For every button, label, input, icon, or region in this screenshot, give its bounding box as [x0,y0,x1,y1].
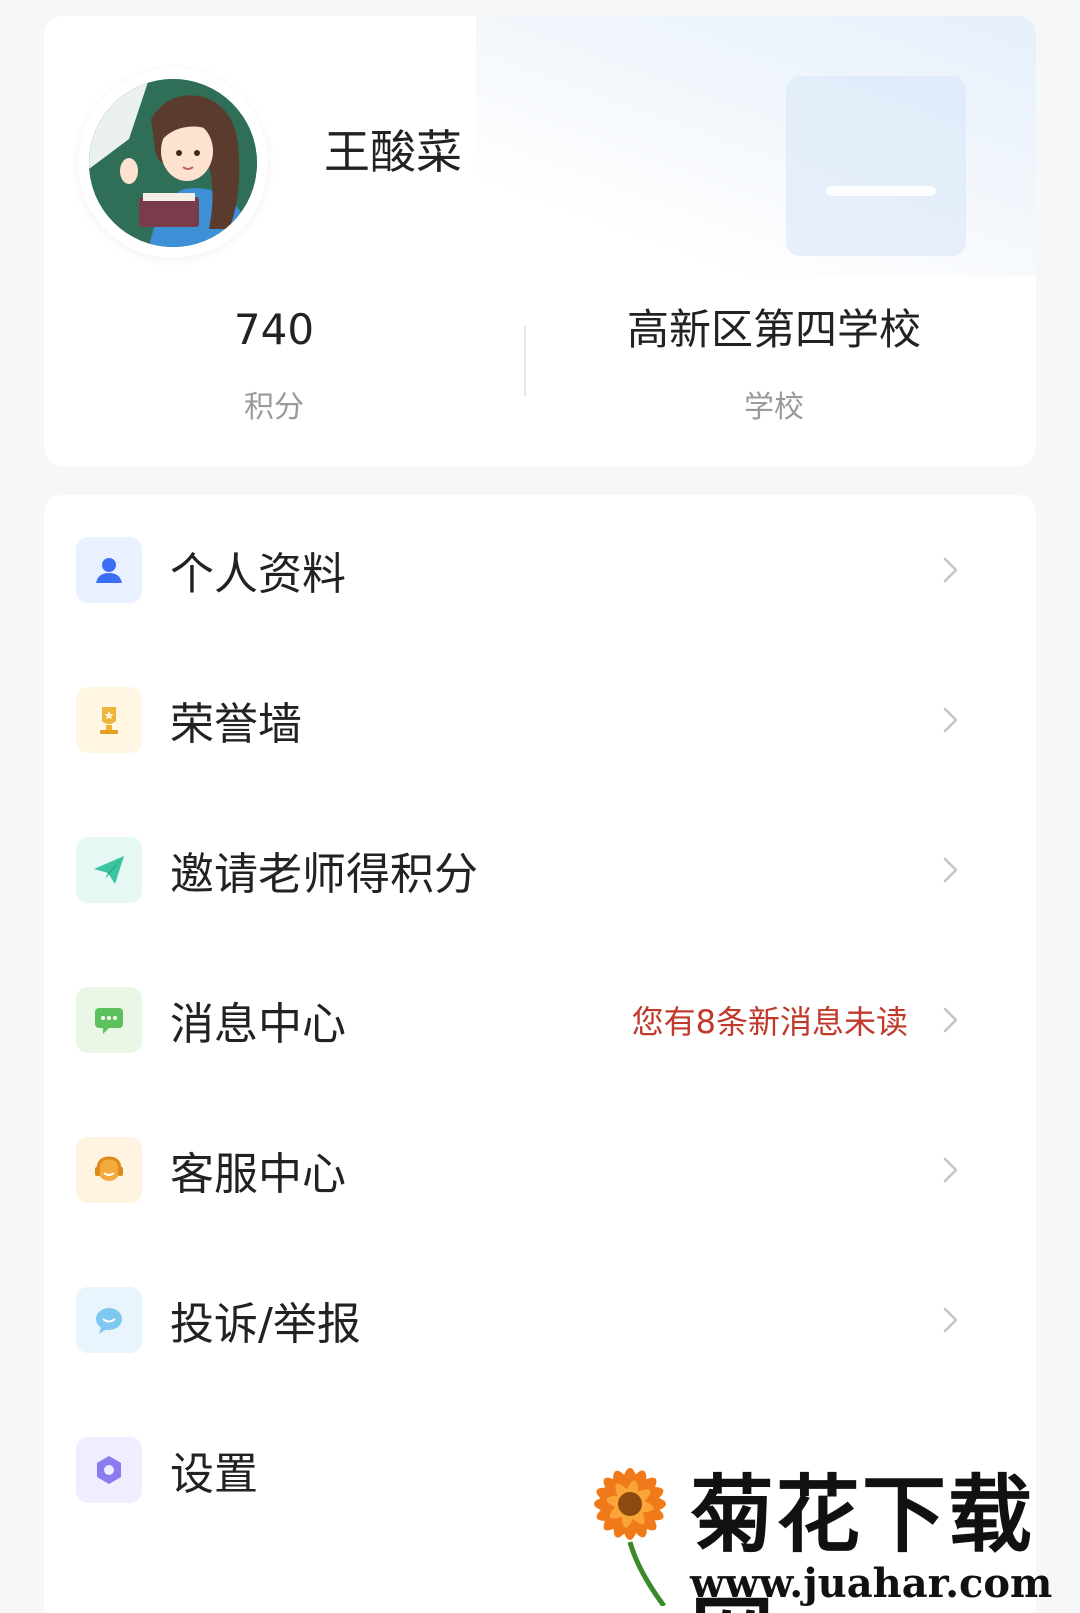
avatar-illustration [89,79,257,247]
avatar[interactable] [78,68,268,258]
chevron-right-icon [943,707,958,733]
header-background-decoration [476,16,1036,276]
menu-item-label: 设置 [170,1449,258,1500]
user-name: 王酸菜 [324,125,462,179]
chevron-right-icon [943,1007,958,1033]
menu-item-customer-service[interactable]: 客服中心 [44,1095,1036,1245]
user-icon [76,537,142,603]
decoration-line [826,186,936,196]
menu-item-label: 投诉/举报 [170,1299,361,1350]
chevron-right-icon [943,557,958,583]
menu-item-complaint-report[interactable]: 投诉/举报 [44,1245,1036,1395]
menu-item-label: 荣誉墙 [170,699,302,750]
menu-item-profile[interactable]: 个人资料 [44,495,1036,645]
unread-messages-badge: 您有8条新消息未读 [631,1003,908,1041]
chevron-right-icon [943,1307,958,1333]
menu-item-honor-wall[interactable]: 荣誉墙 [44,645,1036,795]
chat-bubble-icon [76,1287,142,1353]
points-label: 积分 [244,390,304,425]
watermark: 菊花下载网 www.juahar.com [578,1440,1078,1613]
chevron-right-icon [943,1157,958,1183]
decoration-shape [786,76,966,256]
paper-plane-icon [76,837,142,903]
points-stat[interactable]: 740 积分 [144,304,404,426]
headset-icon [76,1137,142,1203]
menu-item-label: 消息中心 [170,999,346,1050]
school-value: 高新区第四学校 [626,305,921,354]
stat-divider [524,326,526,396]
message-icon [76,987,142,1053]
school-label: 学校 [744,390,804,425]
menu-item-label: 邀请老师得积分 [170,849,478,900]
chevron-right-icon [943,857,958,883]
menu-item-invite-teacher[interactable]: 邀请老师得积分 [44,795,1036,945]
teacher-illustration-icon [89,79,257,247]
trophy-icon [76,687,142,753]
watermark-url: www.juahar.com [690,1560,1053,1607]
flower-logo-icon [594,1468,667,1606]
school-stat[interactable]: 高新区第四学校 学校 [574,304,974,426]
menu-item-label: 客服中心 [170,1149,346,1200]
menu-item-message-center[interactable]: 消息中心 您有8条新消息未读 [44,945,1036,1095]
menu-item-label: 个人资料 [170,549,346,600]
profile-card: 王酸菜 740 积分 高新区第四学校 学校 [44,16,1036,466]
gear-icon [76,1437,142,1503]
points-value: 740 [233,305,315,354]
